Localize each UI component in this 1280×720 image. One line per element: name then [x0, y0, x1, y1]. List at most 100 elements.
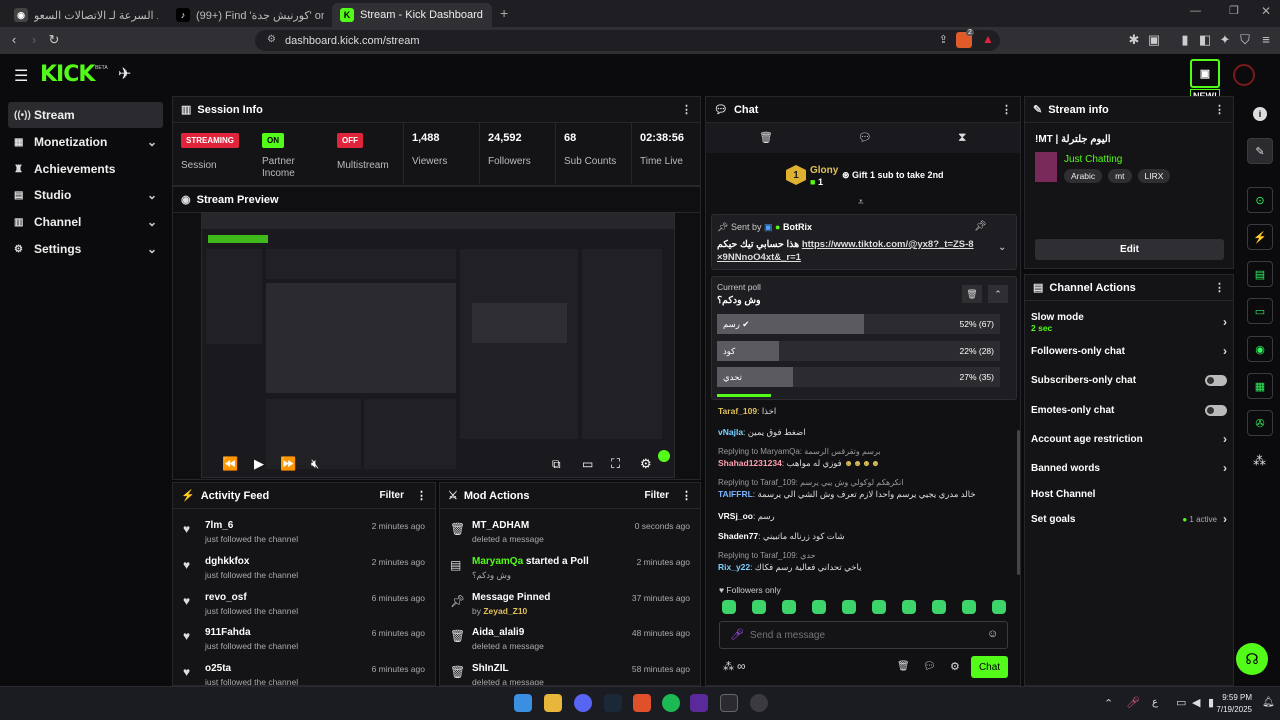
- emote-icon[interactable]: [992, 600, 1006, 614]
- chevron-down-icon[interactable]: ⌄: [998, 242, 1006, 253]
- obs-icon[interactable]: [750, 694, 768, 712]
- chat-scrollbar[interactable]: [1017, 430, 1020, 575]
- close-window-icon[interactable]: ✕: [1261, 4, 1271, 18]
- sidebar-item-monetization[interactable]: ▦ Monetization ⌄: [8, 129, 163, 155]
- volume-icon[interactable]: ◀: [1192, 696, 1200, 709]
- poll-option[interactable]: رسم ✔ 52% (67): [717, 314, 1000, 334]
- points-icon[interactable]: ⁂: [723, 660, 734, 673]
- category-thumbnail[interactable]: [1035, 152, 1057, 182]
- emote-icon[interactable]: [902, 600, 916, 614]
- bolt-icon[interactable]: ⚡: [1247, 224, 1273, 250]
- file-explorer-icon[interactable]: [544, 694, 562, 712]
- reload-icon[interactable]: ↻: [46, 32, 62, 48]
- fullscreen-icon[interactable]: ⛶: [611, 456, 620, 472]
- chat-bubble-icon[interactable]: 💬︎: [923, 661, 936, 672]
- slow-mode-row[interactable]: Slow mode 2 sec ›: [1031, 308, 1227, 336]
- network-icon[interactable]: ▭: [1176, 696, 1186, 709]
- poll-option[interactable]: كود 22% (28): [717, 341, 1000, 361]
- delete-poll-icon[interactable]: 🗑︎: [962, 285, 982, 303]
- banned-words-row[interactable]: Banned words ›: [1031, 455, 1227, 481]
- start-icon[interactable]: [514, 694, 532, 712]
- sidebar-item-stream[interactable]: ((•)) Stream: [8, 102, 163, 128]
- xbox-icon[interactable]: [720, 694, 738, 712]
- points-icon[interactable]: ⁂: [1253, 453, 1266, 469]
- clipboard-icon[interactable]: ▤: [1247, 261, 1273, 287]
- edit-button[interactable]: Edit: [1035, 239, 1224, 260]
- filter-button[interactable]: Filter: [645, 490, 669, 501]
- emote-icon[interactable]: [782, 600, 796, 614]
- fast-forward-icon[interactable]: ⏩: [280, 456, 296, 472]
- subscribers-only-row[interactable]: Subscribers-only chat: [1031, 367, 1227, 393]
- rewards-icon[interactable]: ▲: [982, 32, 994, 46]
- theater-mode-icon[interactable]: ▭: [582, 457, 593, 471]
- microphone-icon[interactable]: 🎤︎: [730, 628, 744, 641]
- browser-tab-active[interactable]: K Stream - Kick Dashboard ✕: [332, 3, 492, 27]
- infinity-icon[interactable]: ∞: [737, 659, 746, 673]
- sidebar-toggle-icon[interactable]: ▮: [1177, 32, 1193, 48]
- followers-only-row[interactable]: Followers-only chat ›: [1031, 338, 1227, 364]
- discord-icon[interactable]: [574, 694, 592, 712]
- wallet-icon[interactable]: ▣: [1146, 32, 1162, 48]
- collapse-icon[interactable]: ⌃: [988, 285, 1008, 303]
- notifications-icon[interactable]: 🔔︎: [1262, 697, 1275, 708]
- moderator-name[interactable]: Aida_alali9: [472, 627, 524, 638]
- more-icon[interactable]: ⋮: [1001, 103, 1012, 116]
- follower-name[interactable]: o25ta: [205, 663, 231, 674]
- sidebar-item-studio[interactable]: ▤ Studio ⌄: [8, 182, 163, 208]
- more-icon[interactable]: ⋮: [1214, 281, 1225, 294]
- chat-username[interactable]: Shaden77: [718, 531, 758, 541]
- wrench-icon[interactable]: ✇: [1247, 410, 1273, 436]
- language-indicator[interactable]: ع: [1152, 697, 1158, 708]
- browser-tab[interactable]: ♪ (99+) Find 'كورنيش جدة' on TikTok | T: [168, 3, 332, 27]
- vpn-icon[interactable]: ⛉: [1237, 32, 1253, 48]
- close-tab-icon[interactable]: ✕: [483, 9, 492, 22]
- support-headset-icon[interactable]: ☊: [1236, 643, 1268, 675]
- moderator-name[interactable]: MaryamQa: [472, 556, 523, 567]
- rewind-icon[interactable]: ⏪: [222, 456, 238, 472]
- follower-name[interactable]: 7lm_6: [205, 520, 233, 531]
- emote-icon[interactable]: [872, 600, 886, 614]
- gift-cta[interactable]: ⊛ Gift 1 sub to take 2nd: [842, 170, 944, 181]
- chat-username[interactable]: vNajla: [718, 427, 743, 437]
- chat-icon[interactable]: ▭: [1247, 298, 1273, 324]
- chevron-up-icon[interactable]: ⌃: [1104, 697, 1113, 710]
- chat-username[interactable]: Rix_y22: [718, 562, 750, 572]
- emote-icon[interactable]: [752, 600, 766, 614]
- emote-icon[interactable]: [962, 600, 976, 614]
- category-link[interactable]: Just Chatting: [1064, 154, 1122, 165]
- tools-icon[interactable]: ✈: [118, 64, 131, 84]
- chat-username[interactable]: TAIFFRL: [718, 489, 753, 499]
- hamburger-menu-icon[interactable]: ☰: [14, 66, 28, 86]
- minimize-icon[interactable]: —: [1190, 5, 1201, 17]
- leo-icon[interactable]: ✦: [1217, 32, 1233, 48]
- mute-icon[interactable]: 🔇︎: [311, 456, 319, 472]
- tag[interactable]: Arabic: [1064, 169, 1103, 183]
- kick-studio-icon[interactable]: ▣: [1190, 59, 1220, 88]
- pinned-username[interactable]: BotRix: [783, 222, 812, 232]
- info-icon[interactable]: i: [1253, 107, 1267, 121]
- emotes-only-row[interactable]: Emotes-only chat: [1031, 397, 1227, 423]
- steam-icon[interactable]: [604, 694, 622, 712]
- target-icon[interactable]: ⊙: [1247, 187, 1273, 213]
- forward-icon[interactable]: ›: [26, 32, 42, 47]
- more-icon[interactable]: ⋮: [681, 489, 692, 502]
- share-icon[interactable]: ⇪: [939, 33, 948, 46]
- browser-tab[interactable]: ◉ تخطي تحديد السرعة لـ الاتصالات السعو: [6, 3, 166, 27]
- sidebar-item-settings[interactable]: ⚙ Settings ⌄: [8, 236, 163, 262]
- moderator-name[interactable]: Zeyad_Z10: [483, 606, 527, 616]
- gear-icon[interactable]: ⚙: [950, 660, 960, 673]
- stream-video[interactable]: [201, 212, 675, 478]
- emote-icon[interactable]: [842, 600, 856, 614]
- unpin-icon[interactable]: 📌︎: [974, 221, 987, 232]
- emote-icon[interactable]: [722, 600, 736, 614]
- chat-bubble-icon[interactable]: 💬︎: [858, 131, 872, 144]
- broadcast-icon[interactable]: ◉: [1247, 336, 1273, 362]
- address-bar[interactable]: ⚙ dashboard.kick.com/stream ⇪: [255, 30, 1000, 51]
- microphone-icon[interactable]: 🎤︎: [1126, 696, 1140, 709]
- gear-icon[interactable]: ⚙: [640, 456, 652, 472]
- filter-button[interactable]: Filter: [380, 490, 404, 501]
- moderator-name[interactable]: ShInZIL: [472, 663, 509, 674]
- back-icon[interactable]: ‹: [6, 32, 22, 47]
- spotify-icon[interactable]: [662, 694, 680, 712]
- picture-in-picture-icon[interactable]: ⧉: [552, 457, 561, 472]
